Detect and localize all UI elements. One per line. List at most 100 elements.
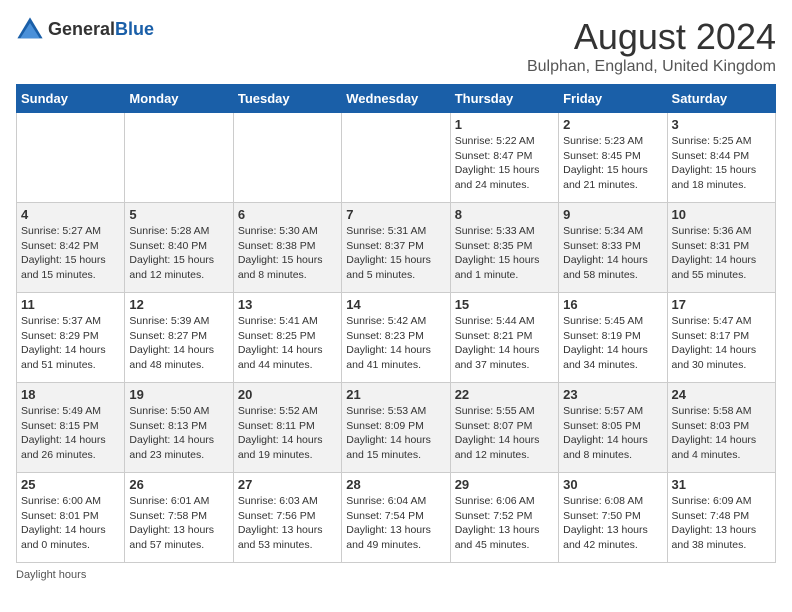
day-cell: 9 Sunrise: 5:34 AM Sunset: 8:33 PM Daylig… bbox=[559, 203, 667, 293]
week-row-5: 25 Sunrise: 6:00 AM Sunset: 8:01 PM Dayli… bbox=[17, 473, 776, 563]
footer: Daylight hours bbox=[16, 569, 776, 581]
day-cell: 28 Sunrise: 6:04 AM Sunset: 7:54 PM Dayli… bbox=[342, 473, 450, 563]
day-cell: 23 Sunrise: 5:57 AM Sunset: 8:05 PM Dayli… bbox=[559, 383, 667, 473]
logo-blue: Blue bbox=[115, 19, 154, 39]
day-info: Sunrise: 5:50 AM Sunset: 8:13 PM Dayligh… bbox=[129, 404, 228, 463]
col-header-tuesday: Tuesday bbox=[233, 85, 341, 113]
day-cell: 26Sunrise: 6:01 AM Sunset: 7:58 PM Dayli… bbox=[125, 473, 233, 563]
day-cell: 5 Sunrise: 5:28 AM Sunset: 8:40 PM Daylig… bbox=[125, 203, 233, 293]
day-number: 14 bbox=[346, 297, 445, 312]
day-cell: 31Sunrise: 6:09 AM Sunset: 7:48 PM Dayli… bbox=[667, 473, 775, 563]
day-cell: 7 Sunrise: 5:31 AM Sunset: 8:37 PM Daylig… bbox=[342, 203, 450, 293]
day-cell: 20Sunrise: 5:52 AM Sunset: 8:11 PM Dayli… bbox=[233, 383, 341, 473]
day-number: 29 bbox=[455, 477, 554, 492]
day-number: 28 bbox=[346, 477, 445, 492]
day-cell bbox=[233, 113, 341, 203]
day-cell: 4Sunrise: 5:27 AM Sunset: 8:42 PM Daylig… bbox=[17, 203, 125, 293]
day-cell: 21Sunrise: 5:53 AM Sunset: 8:09 PM Dayli… bbox=[342, 383, 450, 473]
day-info: Sunrise: 5:47 AM Sunset: 8:17 PM Dayligh… bbox=[672, 314, 771, 373]
day-number: 17 bbox=[672, 297, 771, 312]
day-number: 10 bbox=[672, 207, 771, 222]
day-number: 19 bbox=[129, 387, 228, 402]
day-info: Sunrise: 5:33 AM Sunset: 8:35 PM Dayligh… bbox=[455, 224, 554, 283]
day-cell: 1Sunrise: 5:22 AM Sunset: 8:47 PM Daylig… bbox=[450, 113, 558, 203]
day-info: Sunrise: 6:06 AM Sunset: 7:52 PM Dayligh… bbox=[455, 494, 554, 553]
day-info: Sunrise: 5:49 AM Sunset: 8:15 PM Dayligh… bbox=[21, 404, 120, 463]
day-info: Sunrise: 6:04 AM Sunset: 7:54 PM Dayligh… bbox=[346, 494, 445, 553]
col-header-monday: Monday bbox=[125, 85, 233, 113]
day-number: 2 bbox=[563, 117, 662, 132]
day-cell: 19 Sunrise: 5:50 AM Sunset: 8:13 PM Dayli… bbox=[125, 383, 233, 473]
week-row-3: 11 Sunrise: 5:37 AM Sunset: 8:29 PM Dayli… bbox=[17, 293, 776, 383]
day-cell: 12 Sunrise: 5:39 AM Sunset: 8:27 PM Dayli… bbox=[125, 293, 233, 383]
day-info: Sunrise: 6:00 AM Sunset: 8:01 PM Dayligh… bbox=[21, 494, 120, 553]
day-number: 3 bbox=[672, 117, 771, 132]
day-number: 18 bbox=[21, 387, 120, 402]
day-info: Sunrise: 5:57 AM Sunset: 8:05 PM Dayligh… bbox=[563, 404, 662, 463]
logo-icon bbox=[16, 16, 44, 44]
daylight-label: Daylight hours bbox=[16, 569, 86, 581]
col-header-friday: Friday bbox=[559, 85, 667, 113]
week-row-2: 4Sunrise: 5:27 AM Sunset: 8:42 PM Daylig… bbox=[17, 203, 776, 293]
day-cell: 11 Sunrise: 5:37 AM Sunset: 8:29 PM Dayli… bbox=[17, 293, 125, 383]
week-row-1: 1Sunrise: 5:22 AM Sunset: 8:47 PM Daylig… bbox=[17, 113, 776, 203]
day-number: 6 bbox=[238, 207, 337, 222]
day-number: 22 bbox=[455, 387, 554, 402]
day-cell bbox=[125, 113, 233, 203]
day-cell: 24Sunrise: 5:58 AM Sunset: 8:03 PM Dayli… bbox=[667, 383, 775, 473]
day-number: 9 bbox=[563, 207, 662, 222]
day-info: Sunrise: 5:37 AM Sunset: 8:29 PM Dayligh… bbox=[21, 314, 120, 373]
main-title: August 2024 bbox=[527, 16, 776, 58]
day-number: 16 bbox=[563, 297, 662, 312]
day-info: Sunrise: 5:36 AM Sunset: 8:31 PM Dayligh… bbox=[672, 224, 771, 283]
day-number: 23 bbox=[563, 387, 662, 402]
day-cell: 30 Sunrise: 6:08 AM Sunset: 7:50 PM Dayli… bbox=[559, 473, 667, 563]
day-number: 24 bbox=[672, 387, 771, 402]
day-info: Sunrise: 5:22 AM Sunset: 8:47 PM Dayligh… bbox=[455, 134, 554, 193]
day-info: Sunrise: 5:44 AM Sunset: 8:21 PM Dayligh… bbox=[455, 314, 554, 373]
day-number: 20 bbox=[238, 387, 337, 402]
day-number: 8 bbox=[455, 207, 554, 222]
header: GeneralBlue August 2024 Bulphan, England… bbox=[16, 16, 776, 76]
col-header-wednesday: Wednesday bbox=[342, 85, 450, 113]
day-number: 11 bbox=[21, 297, 120, 312]
day-cell bbox=[17, 113, 125, 203]
day-number: 5 bbox=[129, 207, 228, 222]
day-info: Sunrise: 5:28 AM Sunset: 8:40 PM Dayligh… bbox=[129, 224, 228, 283]
day-number: 4 bbox=[21, 207, 120, 222]
day-cell: 18 Sunrise: 5:49 AM Sunset: 8:15 PM Dayli… bbox=[17, 383, 125, 473]
logo: GeneralBlue bbox=[16, 16, 154, 44]
day-info: Sunrise: 6:08 AM Sunset: 7:50 PM Dayligh… bbox=[563, 494, 662, 553]
calendar-table: SundayMondayTuesdayWednesdayThursdayFrid… bbox=[16, 84, 776, 563]
day-info: Sunrise: 5:34 AM Sunset: 8:33 PM Dayligh… bbox=[563, 224, 662, 283]
day-info: Sunrise: 6:03 AM Sunset: 7:56 PM Dayligh… bbox=[238, 494, 337, 553]
day-cell: 25 Sunrise: 6:00 AM Sunset: 8:01 PM Dayli… bbox=[17, 473, 125, 563]
day-cell: 8 Sunrise: 5:33 AM Sunset: 8:35 PM Daylig… bbox=[450, 203, 558, 293]
day-info: Sunrise: 5:55 AM Sunset: 8:07 PM Dayligh… bbox=[455, 404, 554, 463]
day-number: 30 bbox=[563, 477, 662, 492]
day-number: 13 bbox=[238, 297, 337, 312]
day-info: Sunrise: 5:30 AM Sunset: 8:38 PM Dayligh… bbox=[238, 224, 337, 283]
day-info: Sunrise: 5:42 AM Sunset: 8:23 PM Dayligh… bbox=[346, 314, 445, 373]
day-number: 7 bbox=[346, 207, 445, 222]
day-number: 12 bbox=[129, 297, 228, 312]
day-number: 21 bbox=[346, 387, 445, 402]
col-header-saturday: Saturday bbox=[667, 85, 775, 113]
col-header-sunday: Sunday bbox=[17, 85, 125, 113]
day-info: Sunrise: 5:41 AM Sunset: 8:25 PM Dayligh… bbox=[238, 314, 337, 373]
day-info: Sunrise: 5:31 AM Sunset: 8:37 PM Dayligh… bbox=[346, 224, 445, 283]
title-area: August 2024 Bulphan, England, United Kin… bbox=[527, 16, 776, 76]
day-info: Sunrise: 6:09 AM Sunset: 7:48 PM Dayligh… bbox=[672, 494, 771, 553]
day-info: Sunrise: 5:39 AM Sunset: 8:27 PM Dayligh… bbox=[129, 314, 228, 373]
week-row-4: 18 Sunrise: 5:49 AM Sunset: 8:15 PM Dayli… bbox=[17, 383, 776, 473]
day-cell: 27 Sunrise: 6:03 AM Sunset: 7:56 PM Dayli… bbox=[233, 473, 341, 563]
day-number: 25 bbox=[21, 477, 120, 492]
logo-general: General bbox=[48, 19, 115, 39]
day-cell: 14 Sunrise: 5:42 AM Sunset: 8:23 PM Dayli… bbox=[342, 293, 450, 383]
day-cell: 10 Sunrise: 5:36 AM Sunset: 8:31 PM Dayli… bbox=[667, 203, 775, 293]
day-info: Sunrise: 5:45 AM Sunset: 8:19 PM Dayligh… bbox=[563, 314, 662, 373]
day-info: Sunrise: 5:23 AM Sunset: 8:45 PM Dayligh… bbox=[563, 134, 662, 193]
day-number: 27 bbox=[238, 477, 337, 492]
day-cell: 2 Sunrise: 5:23 AM Sunset: 8:45 PM Daylig… bbox=[559, 113, 667, 203]
day-number: 26 bbox=[129, 477, 228, 492]
